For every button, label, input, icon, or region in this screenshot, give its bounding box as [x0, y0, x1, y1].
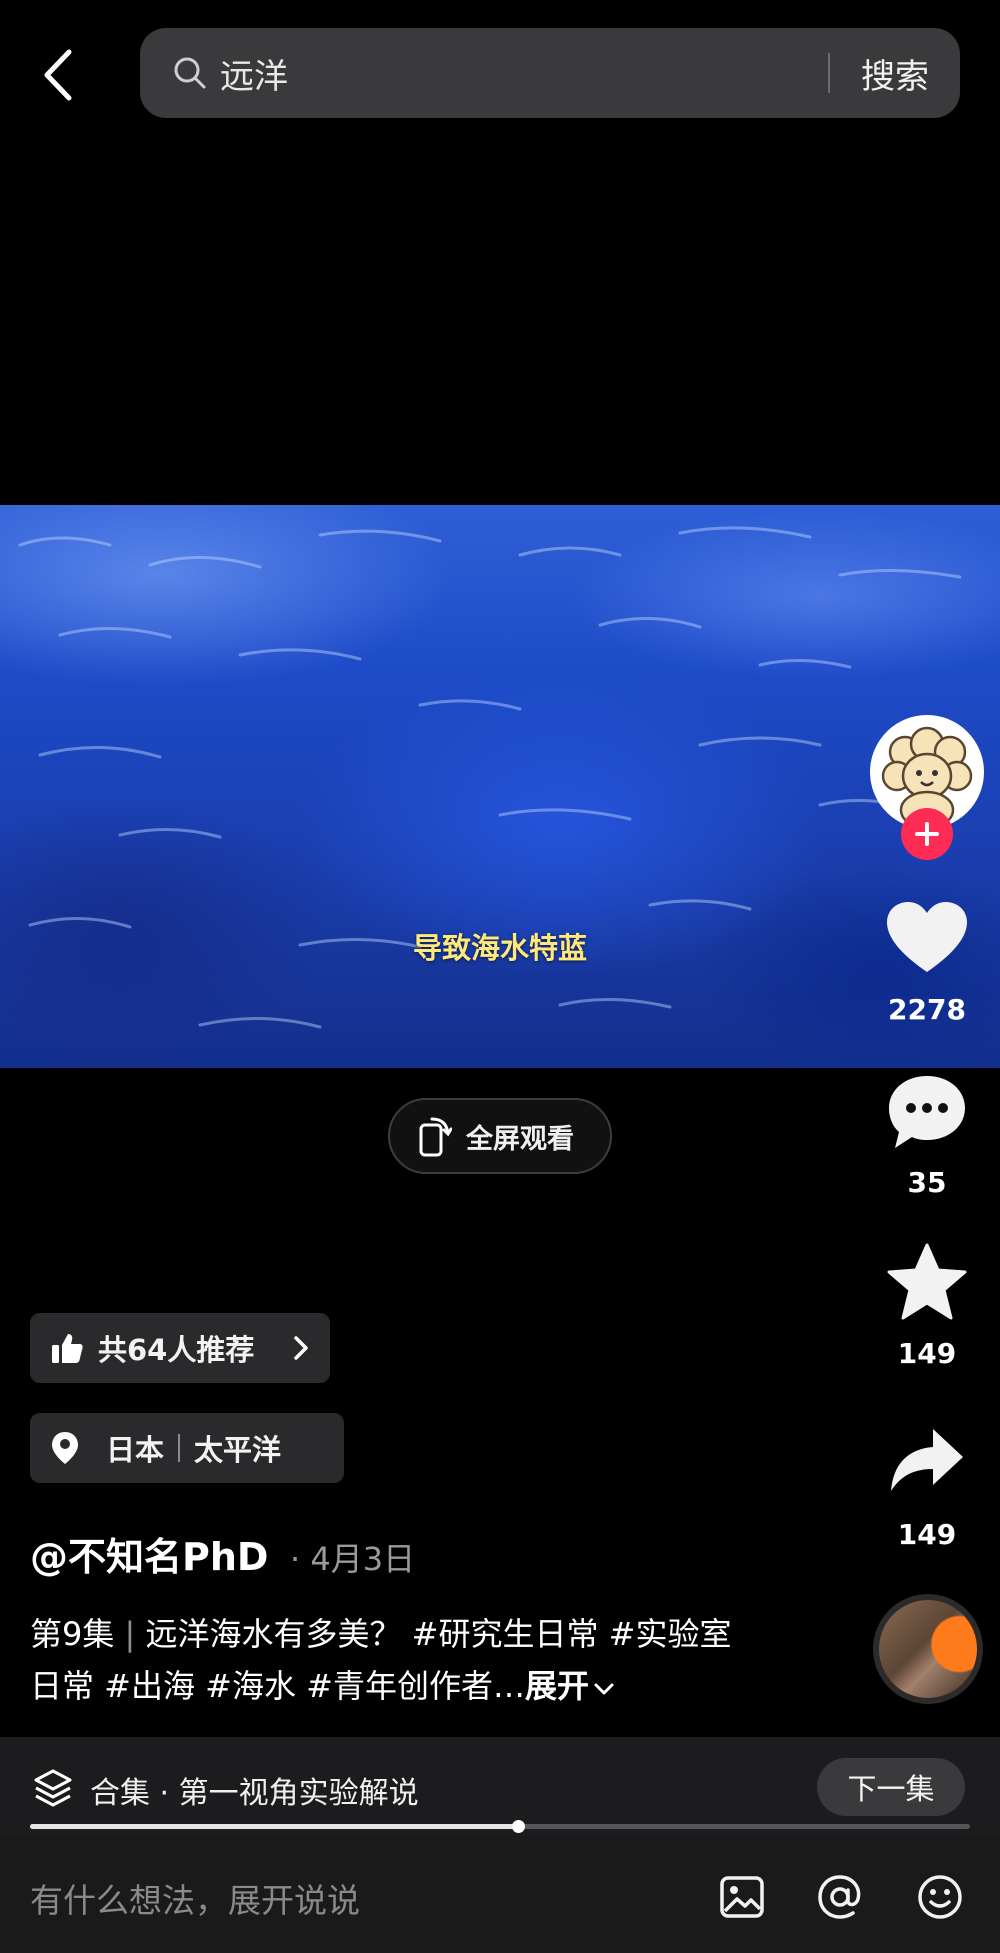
emoji-icon [918, 1875, 962, 1919]
thumbs-up-icon [50, 1331, 84, 1365]
fullscreen-label: 全屏观看 [466, 1123, 574, 1155]
caption-episode: 第9集 [30, 1615, 115, 1653]
search-bar[interactable]: 远洋 搜索 [140, 28, 960, 118]
search-button[interactable]: 搜索 [830, 49, 960, 98]
location-pin-icon [50, 1430, 80, 1466]
plus-icon [915, 822, 939, 846]
at-icon [818, 1875, 861, 1919]
rotate-screen-icon [418, 1115, 452, 1157]
chevron-right-icon [292, 1334, 310, 1362]
comment-input[interactable]: 有什么想法，展开说说 [30, 1874, 360, 1922]
author-name[interactable]: @不知名PhD [30, 1526, 268, 1581]
location-divider [178, 1434, 181, 1462]
comment-button[interactable] [885, 1072, 969, 1152]
chevron-down-icon [594, 1683, 614, 1695]
video-subtitle: 导致海水特蓝 [412, 931, 587, 965]
caption-text: 远洋海水有多美？ #研究生日常 #实验室日常 #出海 #海水 #青年创作者… [30, 1615, 732, 1705]
heart-icon [887, 902, 967, 972]
insert-image-button[interactable] [717, 1872, 767, 1922]
post-date: · 4月3日 [290, 1540, 416, 1578]
favorite-button[interactable] [885, 1242, 969, 1322]
like-button[interactable] [885, 900, 969, 976]
expand-label: 展开 [524, 1667, 589, 1705]
star-icon [887, 1243, 967, 1320]
location-place: 太平洋 [194, 1433, 282, 1467]
comment-count: 35 [907, 1166, 947, 1199]
follow-button[interactable] [901, 808, 953, 860]
video-player[interactable] [0, 505, 1000, 1068]
share-arrow-icon [891, 1429, 963, 1491]
share-button[interactable] [885, 1425, 969, 1497]
next-episode-button[interactable]: 下一集 [817, 1758, 965, 1816]
share-count: 149 [897, 1518, 957, 1551]
location-country: 日本 [106, 1433, 165, 1467]
back-button[interactable] [30, 40, 86, 110]
caption-separator: | [124, 1615, 136, 1653]
comment-bubble-icon [889, 1076, 965, 1148]
location-chip[interactable]: 日本 太平洋 [30, 1413, 344, 1483]
stack-icon [32, 1767, 74, 1809]
favorite-count: 149 [897, 1337, 957, 1370]
fullscreen-button[interactable]: 全屏观看 [388, 1098, 612, 1174]
search-input[interactable]: 远洋 [220, 49, 828, 98]
image-icon [720, 1876, 764, 1918]
expand-button[interactable]: 展开 [525, 1667, 615, 1705]
mention-button[interactable] [815, 1872, 865, 1922]
recommend-chip[interactable]: 共64人推荐 [30, 1313, 330, 1383]
music-disc[interactable] [873, 1594, 983, 1704]
recommend-label: 共64人推荐 [98, 1333, 255, 1367]
post-caption[interactable]: 第9集 | 远洋海水有多美？ #研究生日常 #实验室日常 #出海 #海水 #青年… [30, 1608, 760, 1712]
back-icon [44, 49, 72, 101]
like-count: 2278 [888, 993, 966, 1026]
search-icon [170, 53, 210, 93]
video-progress-fill [30, 1824, 519, 1829]
collection-label[interactable]: 合集 · 第一视角实验解说 [90, 1768, 419, 1812]
emoji-button[interactable] [915, 1872, 965, 1922]
water-ripples [18, 526, 962, 1029]
